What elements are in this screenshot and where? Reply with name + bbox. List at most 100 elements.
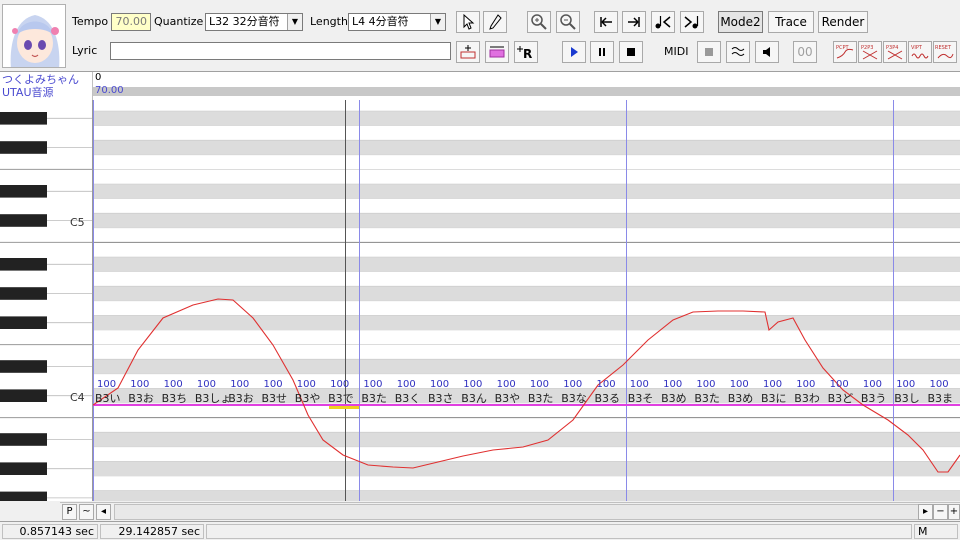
singer-name-line1: つくよみちゃん bbox=[2, 73, 79, 86]
note-lyric[interactable]: B3い bbox=[95, 393, 121, 405]
toolbar: Tempo 70.00 Quantize L32 32分音符 ▼ Length … bbox=[0, 0, 960, 72]
arrow-left-icon: ◂ bbox=[100, 506, 107, 517]
note-lyric[interactable]: B3そ bbox=[628, 393, 654, 405]
pitch-reset-button[interactable]: RESET bbox=[933, 41, 957, 63]
note-lyric[interactable]: B3た bbox=[528, 393, 554, 405]
svg-text:R: R bbox=[523, 47, 532, 60]
note-lyric[interactable]: B3に bbox=[761, 393, 787, 405]
note-lyric[interactable]: B3し bbox=[894, 393, 920, 405]
scroll-right-button[interactable]: ▸ bbox=[918, 504, 933, 520]
note-velocity: 100 bbox=[629, 379, 649, 390]
quantize-select[interactable]: L32 32分音符 ▼ bbox=[205, 13, 303, 31]
note-lyric[interactable]: B3る bbox=[595, 393, 621, 405]
mode2-button[interactable]: Mode2 bbox=[718, 11, 763, 33]
status-message bbox=[206, 524, 912, 539]
pitch-tool-2-button[interactable]: P2P3 bbox=[858, 41, 882, 63]
note-velocity: 100 bbox=[929, 379, 949, 390]
pitch-toggle-button[interactable]: P bbox=[62, 504, 77, 520]
note-lyric[interactable]: B3わ bbox=[794, 393, 820, 405]
scroll-left-button[interactable]: ◂ bbox=[96, 504, 111, 520]
note-velocity: 100 bbox=[130, 379, 150, 390]
note-lyric[interactable]: B3お bbox=[128, 393, 154, 405]
tempo-strip[interactable]: 0 70.00 bbox=[93, 72, 960, 100]
note-lyric[interactable]: B3な bbox=[561, 393, 587, 405]
trace-button[interactable]: Trace bbox=[768, 11, 814, 33]
midi-record-button[interactable] bbox=[697, 41, 721, 63]
piano-keyboard[interactable]: C5 C4 bbox=[0, 100, 93, 501]
stop-icon bbox=[627, 48, 635, 56]
note-velocity: 100 bbox=[196, 379, 216, 390]
lyric-input[interactable] bbox=[110, 42, 451, 60]
pitch-tool-4-button[interactable]: VIPT bbox=[908, 41, 932, 63]
singer-name: つくよみちゃん UTAU音源 bbox=[0, 72, 93, 100]
note-velocity: 100 bbox=[862, 379, 882, 390]
midi-thru-button[interactable] bbox=[726, 41, 750, 63]
pointer-icon bbox=[463, 14, 475, 30]
note-velocity: 100 bbox=[230, 379, 250, 390]
pointer-tool-button[interactable] bbox=[456, 11, 480, 33]
note-lyric[interactable]: B3や bbox=[495, 393, 521, 405]
stop-button[interactable] bbox=[619, 41, 643, 63]
rest-button[interactable]: R bbox=[514, 41, 538, 63]
note-velocity: 100 bbox=[796, 379, 816, 390]
pitch-tool-1-button[interactable]: PCPT bbox=[833, 41, 857, 63]
note-lyric[interactable]: B3め bbox=[661, 393, 687, 405]
zoom-in-button[interactable] bbox=[527, 11, 551, 33]
note-velocity: 100 bbox=[430, 379, 450, 390]
pitch-tool-3-button[interactable]: P3P4 bbox=[883, 41, 907, 63]
length-label: Length bbox=[310, 15, 348, 28]
dropdown-arrow-icon: ▼ bbox=[430, 14, 445, 30]
piano-roll[interactable]: 100 B3い 100 B3お 100 B3ち 100 B3しょ 100 B3お 100 B3せ 100… bbox=[93, 100, 960, 501]
zoom-in-icon bbox=[531, 14, 547, 30]
scroll-thumb[interactable] bbox=[115, 505, 927, 519]
pitch-x-icon: P3P4 bbox=[886, 45, 903, 60]
note-velocity: 100 bbox=[596, 379, 616, 390]
zoom-plus-button[interactable]: + bbox=[948, 504, 960, 520]
note-velocity: 100 bbox=[163, 379, 183, 390]
oo-button[interactable]: 00 bbox=[793, 41, 817, 63]
note-lyric[interactable]: B3や bbox=[295, 393, 321, 405]
mode-toggle-button[interactable]: ~ bbox=[79, 504, 94, 520]
svg-text:P2P3: P2P3 bbox=[861, 45, 873, 51]
note-lyric[interactable]: B3う bbox=[861, 393, 887, 405]
zoom-minus-button[interactable]: − bbox=[933, 504, 948, 520]
scroll-track[interactable] bbox=[114, 504, 927, 520]
note-lyric[interactable]: B3ど bbox=[828, 393, 854, 405]
svg-text:P3P4: P3P4 bbox=[886, 45, 898, 51]
select-range-button[interactable] bbox=[485, 41, 509, 63]
next-note-button[interactable] bbox=[680, 11, 704, 33]
note-lyric[interactable]: B3た bbox=[694, 393, 720, 405]
note-lyric[interactable]: B3せ bbox=[262, 393, 288, 405]
note-lyric[interactable]: B3た bbox=[361, 393, 387, 405]
pitch-curve-icon: PCPT bbox=[836, 45, 854, 59]
length-select[interactable]: L4 4分音符 ▼ bbox=[348, 13, 446, 31]
note-lyric[interactable]: B3く bbox=[395, 393, 421, 405]
note-lyric[interactable]: B3ま bbox=[928, 393, 954, 405]
tempo-strip-position: 0 bbox=[95, 72, 102, 83]
horizontal-scrollbar[interactable]: P ~ ◂ ▸ − + bbox=[60, 502, 960, 520]
insert-note-button[interactable] bbox=[456, 41, 480, 63]
render-button[interactable]: Render bbox=[818, 11, 868, 33]
arrow-right-icon: ▸ bbox=[922, 506, 929, 517]
note-velocity: 100 bbox=[829, 379, 849, 390]
zoom-out-button[interactable] bbox=[556, 11, 580, 33]
go-start-button[interactable] bbox=[594, 11, 618, 33]
play-icon bbox=[571, 47, 578, 57]
note-lyric[interactable]: B3しょ bbox=[195, 393, 232, 405]
pencil-tool-button[interactable] bbox=[483, 11, 507, 33]
go-end-button[interactable] bbox=[622, 11, 646, 33]
note-lyric[interactable]: B3で bbox=[328, 393, 354, 405]
status-mode: M bbox=[914, 524, 958, 539]
pause-button[interactable] bbox=[590, 41, 614, 63]
pause-icon bbox=[599, 48, 605, 56]
play-button[interactable] bbox=[562, 41, 586, 63]
note-lyric[interactable]: B3お bbox=[228, 393, 254, 405]
note-lyric[interactable]: B3さ bbox=[428, 393, 454, 405]
tempo-input[interactable]: 70.00 bbox=[111, 13, 151, 31]
prev-note-button[interactable] bbox=[651, 11, 675, 33]
note-lyric[interactable]: B3ん bbox=[461, 393, 487, 405]
note-lyric[interactable]: B3ち bbox=[162, 393, 188, 405]
note-lyric[interactable]: B3め bbox=[728, 393, 754, 405]
tempo-bar bbox=[93, 87, 960, 96]
speaker-button[interactable] bbox=[755, 41, 779, 63]
